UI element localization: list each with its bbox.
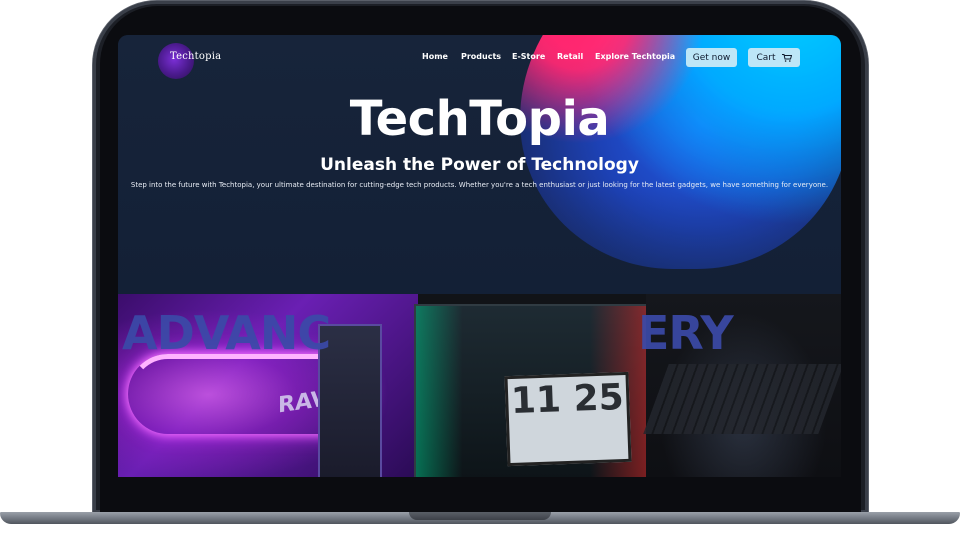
hero-description: Step into the future with Techtopia, you… [130, 181, 829, 189]
gallery-headline-right: ERY [638, 306, 734, 360]
nav-link-products[interactable]: Products [461, 52, 501, 61]
hero-subtitle: Unleash the Power of Technology [320, 155, 639, 175]
cart-label: Cart [756, 52, 776, 63]
gallery-headline-left: ADVANC [122, 306, 331, 360]
logo-text[interactable]: Techtopia [170, 51, 221, 62]
nav-link-estore[interactable]: E-Store [512, 52, 545, 61]
cart-button[interactable]: Cart [748, 48, 800, 67]
clock-time: 11 25 [510, 377, 625, 422]
hero-blob-fade [520, 185, 841, 294]
hero-title: TechTopia [349, 91, 610, 147]
gallery-image-clock-desk: 11 25 [414, 304, 650, 477]
image-gallery: RAV 11 25 ADVANC ERY [118, 294, 841, 477]
nav-link-home[interactable]: Home [422, 52, 448, 61]
nav-link-retail[interactable]: Retail [557, 52, 583, 61]
get-now-label: Get now [692, 52, 731, 63]
laptop-notch [409, 512, 551, 520]
hero-section: Techtopia Home Products E-Store Retail E… [118, 35, 841, 294]
clock-display: 11 25 [504, 371, 632, 467]
screen: Techtopia Home Products E-Store Retail E… [118, 35, 841, 477]
nav-link-explore[interactable]: Explore Techtopia [595, 52, 675, 61]
cart-icon [781, 53, 792, 62]
get-now-button[interactable]: Get now [686, 48, 737, 67]
keyboard-decoration [643, 364, 841, 434]
